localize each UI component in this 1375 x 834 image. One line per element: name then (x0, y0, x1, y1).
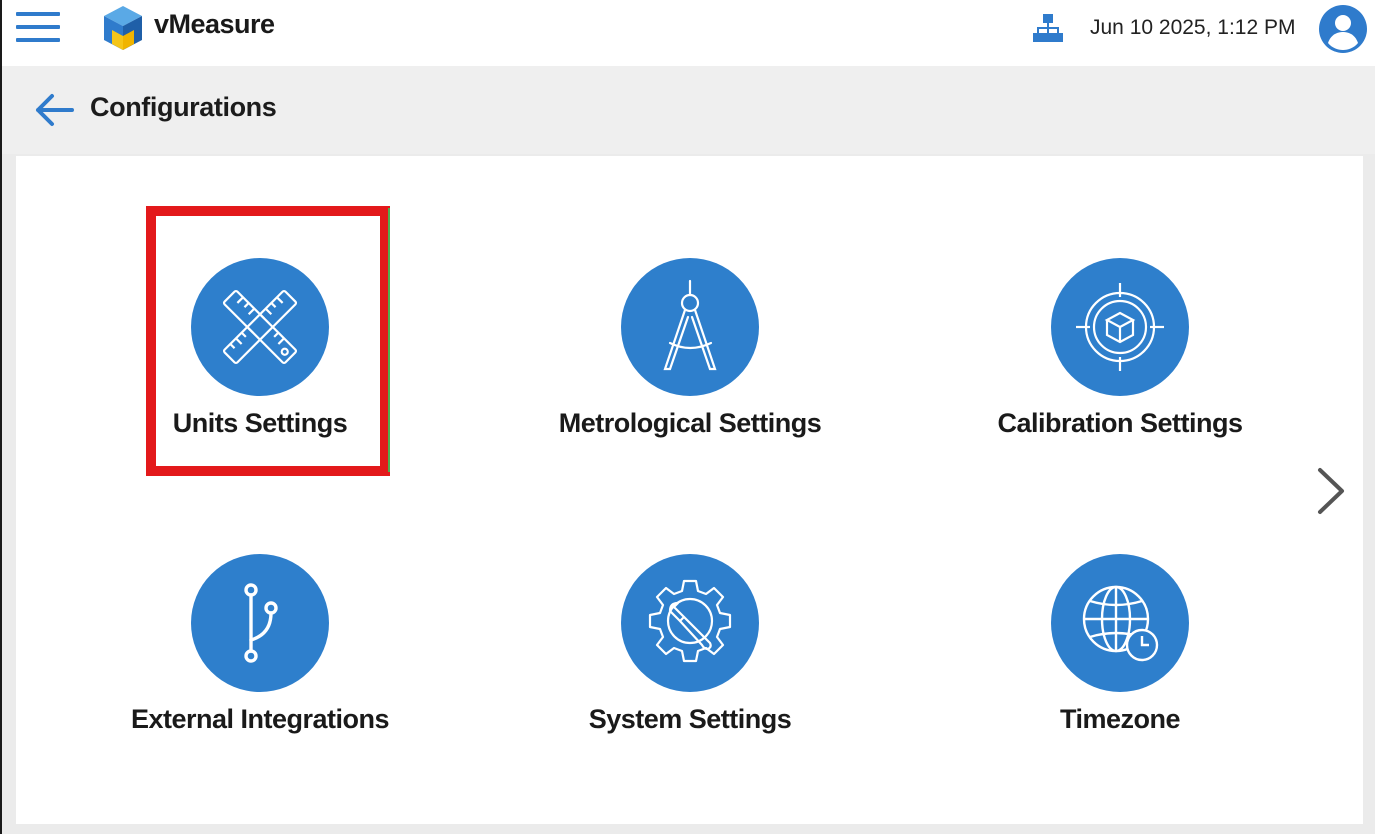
tile-label: External Integrations (130, 704, 390, 734)
system-settings-tile[interactable]: System Settings (540, 554, 840, 784)
current-datetime: Jun 10 2025, 1:12 PM (1090, 16, 1296, 39)
branch-icon (191, 554, 329, 692)
target-box-icon (1051, 258, 1189, 396)
metrological-settings-tile[interactable]: Metrological Settings (540, 258, 840, 488)
calibration-settings-tile[interactable]: Calibration Settings (970, 258, 1270, 488)
units-settings-tile[interactable]: Units Settings (110, 258, 410, 488)
chevron-right-icon[interactable] (1312, 466, 1352, 516)
tile-label: Timezone (1059, 704, 1181, 734)
globe-clock-icon (1051, 554, 1189, 692)
configurations-panel: Units Settings Metrological Settings Cal… (16, 156, 1363, 824)
page-header: Configurations (2, 66, 1375, 154)
tile-label: Units Settings (172, 408, 348, 438)
top-bar: vMeasure Jun 10 2025, 1:12 PM (2, 0, 1375, 66)
crossed-rulers-icon (191, 258, 329, 396)
back-arrow-icon[interactable] (32, 90, 76, 130)
gear-wrench-icon (621, 554, 759, 692)
tile-label: Metrological Settings (558, 408, 822, 438)
external-integrations-tile[interactable]: External Integrations (110, 554, 410, 784)
timezone-tile[interactable]: Timezone (970, 554, 1270, 784)
tile-label: System Settings (588, 704, 792, 734)
tile-label: Calibration Settings (997, 408, 1243, 438)
user-avatar-icon[interactable] (1318, 4, 1368, 54)
hamburger-menu-icon[interactable] (16, 12, 60, 42)
vmeasure-logo-icon (98, 2, 148, 52)
app-brand: vMeasure (154, 9, 275, 39)
compass-icon (621, 258, 759, 396)
page-title: Configurations (90, 92, 277, 122)
selection-highlight-edge (388, 208, 390, 472)
network-icon[interactable] (1032, 12, 1064, 44)
